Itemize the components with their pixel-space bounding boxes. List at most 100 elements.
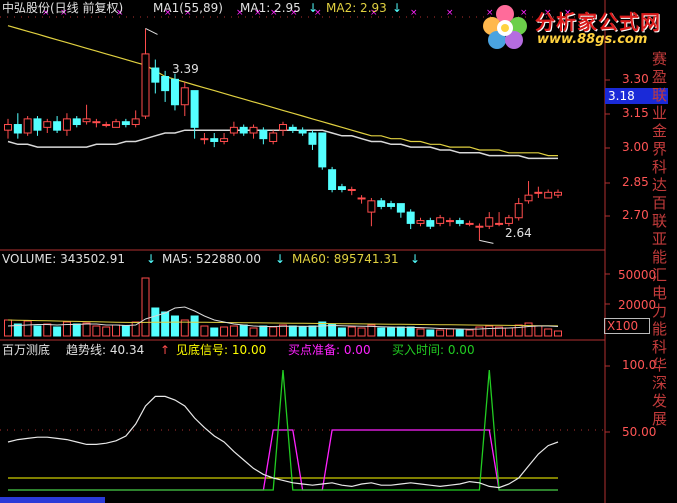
candle <box>112 121 121 128</box>
vol-ma5-value: MA5: 522880.00 <box>162 252 261 266</box>
ma1-arrow-icon: ↓ <box>308 1 319 15</box>
ma2-value: MA2: 2.93 <box>326 1 387 15</box>
volume-bar <box>249 327 258 337</box>
volume-bar <box>92 325 101 337</box>
trend-line-value: 趋势线: 40.34 <box>66 343 145 357</box>
volume-bar <box>465 329 474 337</box>
candle <box>279 124 287 131</box>
volume-bar <box>4 319 12 337</box>
volume-bar <box>357 327 366 337</box>
top-marker-icon: × <box>410 8 418 18</box>
volume-arrow-icon: ↓ <box>146 252 157 266</box>
volume-bar <box>190 315 199 337</box>
volume-bar <box>396 326 405 337</box>
volume-bar <box>298 326 307 337</box>
candle <box>524 194 533 202</box>
volume-multiplier: X100 <box>604 318 650 334</box>
candle <box>514 203 523 219</box>
volume-bar <box>308 325 317 337</box>
logo-url[interactable]: www.88gs.com <box>537 32 647 47</box>
volume-bar <box>347 326 356 337</box>
candle <box>544 191 553 199</box>
candle <box>377 200 386 207</box>
vol-ma5-arrow-icon: ↓ <box>275 252 286 266</box>
volume-bar <box>534 325 543 337</box>
price-panel[interactable] <box>4 25 562 244</box>
candle <box>121 121 130 126</box>
volume-bar <box>200 325 209 337</box>
candle <box>308 132 317 145</box>
candle <box>102 124 111 127</box>
date-cursor-bar <box>0 497 105 503</box>
buy-prepare-value: 买点准备: 0.00 <box>288 343 371 357</box>
candle <box>190 90 199 128</box>
candle <box>82 118 91 123</box>
candle <box>72 118 81 126</box>
candle <box>396 203 405 213</box>
volume-bar <box>121 325 130 337</box>
volume-bar <box>426 329 435 337</box>
candle <box>92 121 101 124</box>
volume-bar <box>455 329 464 337</box>
volume-bar <box>220 326 229 337</box>
volume-bar <box>53 326 62 337</box>
candle <box>239 126 248 134</box>
high-pointer-icon <box>145 28 158 35</box>
volume-bar <box>416 328 425 337</box>
candle <box>23 118 32 134</box>
stock-title: 中弘股份(日线 前复权) <box>2 1 124 15</box>
volume-bar <box>82 322 91 337</box>
volume-bar <box>23 320 32 337</box>
candle <box>249 126 258 134</box>
low-pointer-icon <box>479 239 494 244</box>
side-panel-text[interactable]: 赛盈联业金界科达百联亚能汇电力能科华深发展 <box>652 50 677 503</box>
trend-line <box>7 395 559 489</box>
volume-bar <box>544 328 553 337</box>
candle <box>210 138 219 142</box>
candle <box>337 186 346 191</box>
ma2-line <box>7 25 558 157</box>
volume-bar <box>210 327 219 337</box>
candle <box>141 53 150 117</box>
volume-bar <box>259 325 268 337</box>
top-marker-icon: × <box>446 8 454 18</box>
volume-bar <box>318 321 327 337</box>
vol-ma60-arrow-icon: ↓ <box>410 252 421 266</box>
trend-arrow-icon: ↑ <box>160 343 171 357</box>
candle <box>288 126 297 131</box>
price-tick-2: 3.15 <box>622 106 649 120</box>
bottom-signal-value: 见底信号: 10.00 <box>176 343 267 357</box>
ma2-arrow-icon: ↓ <box>392 1 403 15</box>
price-tick-1: 3.30 <box>622 72 649 86</box>
volume-bar <box>161 311 170 337</box>
volume-bar <box>72 323 81 337</box>
candle <box>4 124 12 131</box>
logo-flower-icon <box>480 4 530 50</box>
indicator-name: 百万测底 <box>2 343 51 357</box>
candle <box>347 189 356 191</box>
volume-bar <box>485 325 494 337</box>
ma1-value: MA1: 2.95 <box>240 1 301 15</box>
candle <box>504 217 513 224</box>
indicator-panel[interactable] <box>0 369 605 491</box>
volume-bar <box>554 330 562 337</box>
volume-panel[interactable] <box>4 277 562 337</box>
candle <box>406 211 415 224</box>
candle <box>269 132 278 142</box>
volume-bar <box>131 321 140 337</box>
volume-bar <box>377 327 386 337</box>
vol-ma60-value: MA60: 895741.31 <box>292 252 399 266</box>
candle <box>151 67 160 83</box>
volume-value: VOLUME: 343502.91 <box>2 252 125 266</box>
candle <box>131 118 140 126</box>
candle <box>436 217 445 224</box>
candle <box>455 220 464 224</box>
volume-bar <box>445 328 454 337</box>
volume-tick-2: 20000 <box>618 298 657 312</box>
candle <box>357 197 366 200</box>
volume-bar <box>337 327 346 337</box>
candle <box>495 222 504 225</box>
price-tick-4: 2.85 <box>622 175 649 189</box>
candle <box>229 126 238 134</box>
volume-bar <box>229 325 238 337</box>
